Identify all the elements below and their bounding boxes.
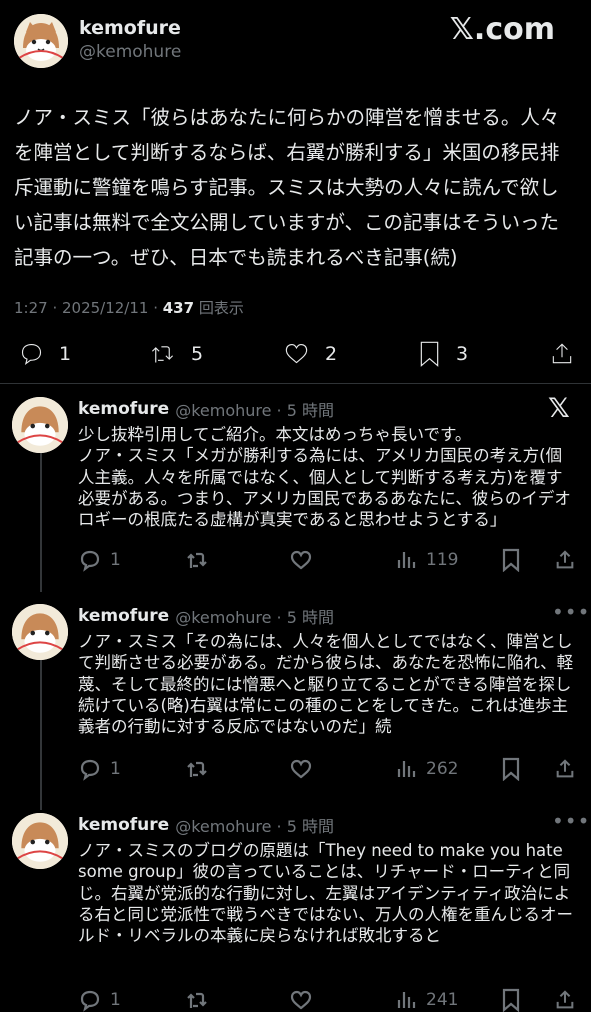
views-action[interactable]: 119 <box>394 548 458 572</box>
post-time: 1:27 · 2025/12/11 · <box>14 299 163 317</box>
bookmark-action[interactable] <box>500 988 522 1012</box>
view-count: 119 <box>426 550 459 570</box>
repost-action[interactable]: 5 <box>148 340 203 367</box>
share-action[interactable] <box>554 548 576 572</box>
share-action[interactable] <box>554 988 576 1012</box>
cat-avatar-icon <box>14 14 68 68</box>
views-icon <box>397 992 416 1008</box>
repost-icon <box>151 346 174 363</box>
views-icon <box>397 761 416 777</box>
divider <box>0 383 591 384</box>
view-count: 437 <box>162 299 195 317</box>
bookmark-icon <box>502 548 520 572</box>
view-count: 262 <box>426 759 459 779</box>
cat-avatar-icon <box>12 604 68 660</box>
reply-action[interactable]: 1 <box>78 548 121 572</box>
reply-name[interactable]: kemofure <box>78 606 169 626</box>
cat-avatar-icon <box>12 397 68 453</box>
like-count: 2 <box>325 342 338 365</box>
like-action[interactable] <box>288 988 314 1012</box>
handle[interactable]: @kemohure <box>79 42 181 62</box>
share-action[interactable] <box>554 757 576 781</box>
reply-action[interactable]: 1 <box>78 757 121 781</box>
bookmark-action[interactable]: 3 <box>417 340 468 368</box>
like-action[interactable] <box>288 757 314 781</box>
display-name[interactable]: kemofure <box>79 17 181 39</box>
reply-icon <box>21 343 42 366</box>
cat-avatar-icon <box>12 813 68 869</box>
share-icon <box>556 990 574 1009</box>
reply-name[interactable]: kemofure <box>78 399 169 419</box>
heart-icon <box>285 343 308 364</box>
view-count: 241 <box>426 990 459 1010</box>
views-action[interactable]: 262 <box>394 757 458 781</box>
reply-count: 1 <box>110 759 121 779</box>
bookmark-icon <box>502 757 520 781</box>
heart-icon <box>290 550 312 570</box>
repost-action[interactable] <box>184 548 210 572</box>
reply-header: kemofure @kemohure · 5 時間 <box>78 604 334 628</box>
heart-icon <box>290 759 312 779</box>
reply-text: 少し抜粋引用してご紹介。本文はめっちゃ長いです。 ノア・スミス「メガが勝利する為… <box>78 425 571 530</box>
avatar[interactable] <box>12 604 68 660</box>
like-action[interactable] <box>288 548 314 572</box>
bookmark-count: 3 <box>456 343 469 365</box>
avatar[interactable] <box>14 14 68 68</box>
reply-header: kemofure @kemohure · 5 時間 <box>78 397 334 421</box>
reply-handle-time[interactable]: @kemohure · 5 時間 <box>175 604 334 628</box>
share-icon <box>556 759 574 778</box>
brand-logo: 𝕏.com <box>449 12 555 47</box>
repost-count: 5 <box>191 342 204 365</box>
thread-line <box>40 660 42 810</box>
reply-name[interactable]: kemofure <box>78 815 169 835</box>
reply-handle-time[interactable]: @kemohure · 5 時間 <box>175 397 334 421</box>
reply-count: 1 <box>110 550 121 570</box>
bookmark-icon <box>502 988 520 1012</box>
repost-icon <box>187 992 207 1008</box>
views-icon <box>397 552 416 568</box>
views-action[interactable]: 241 <box>394 988 458 1012</box>
reply-count: 1 <box>110 990 121 1010</box>
share-icon <box>552 343 572 364</box>
repost-action[interactable] <box>184 988 210 1012</box>
reply-icon <box>80 550 100 572</box>
repost-icon <box>187 761 207 777</box>
post-meta: 1:27 · 2025/12/11 · 437 回表示 <box>14 297 244 318</box>
share-action[interactable] <box>549 340 575 373</box>
repost-action[interactable] <box>184 757 210 781</box>
reply-action[interactable]: 1 <box>78 988 121 1012</box>
avatar[interactable] <box>12 813 68 869</box>
reply-header: kemofure @kemohure · 5 時間 <box>78 813 334 837</box>
reply-action[interactable]: 1 <box>18 340 71 367</box>
reply-icon <box>80 759 100 781</box>
avatar[interactable] <box>12 397 68 453</box>
reply-text: ノア・スミスのブログの原題は「They need to make you hat… <box>78 841 573 946</box>
reply-handle-time[interactable]: @kemohure · 5 時間 <box>175 813 334 837</box>
reply-count: 1 <box>59 342 72 365</box>
more-options-icon[interactable]: ••• <box>552 600 590 624</box>
thread-line <box>40 452 42 592</box>
reply-text: ノア・スミス「その為には、人々を個人としてではなく、陣営として判断させる必要があ… <box>78 632 574 737</box>
post-text: ノア・スミス「彼らはあなたに何らかの陣営を憎ませる。人々を陣営として判断するなら… <box>14 106 560 269</box>
heart-icon <box>290 990 312 1010</box>
share-icon <box>556 550 574 569</box>
x-logo-icon: 𝕏 <box>548 393 570 424</box>
bookmark-icon <box>420 341 439 367</box>
reply-icon <box>80 990 100 1012</box>
views-label: 回表示 <box>194 299 244 317</box>
bookmark-action[interactable] <box>500 548 522 572</box>
bookmark-action[interactable] <box>500 757 522 781</box>
like-action[interactable]: 2 <box>282 340 337 367</box>
repost-icon <box>187 552 207 568</box>
more-options-icon[interactable]: ••• <box>552 809 590 833</box>
